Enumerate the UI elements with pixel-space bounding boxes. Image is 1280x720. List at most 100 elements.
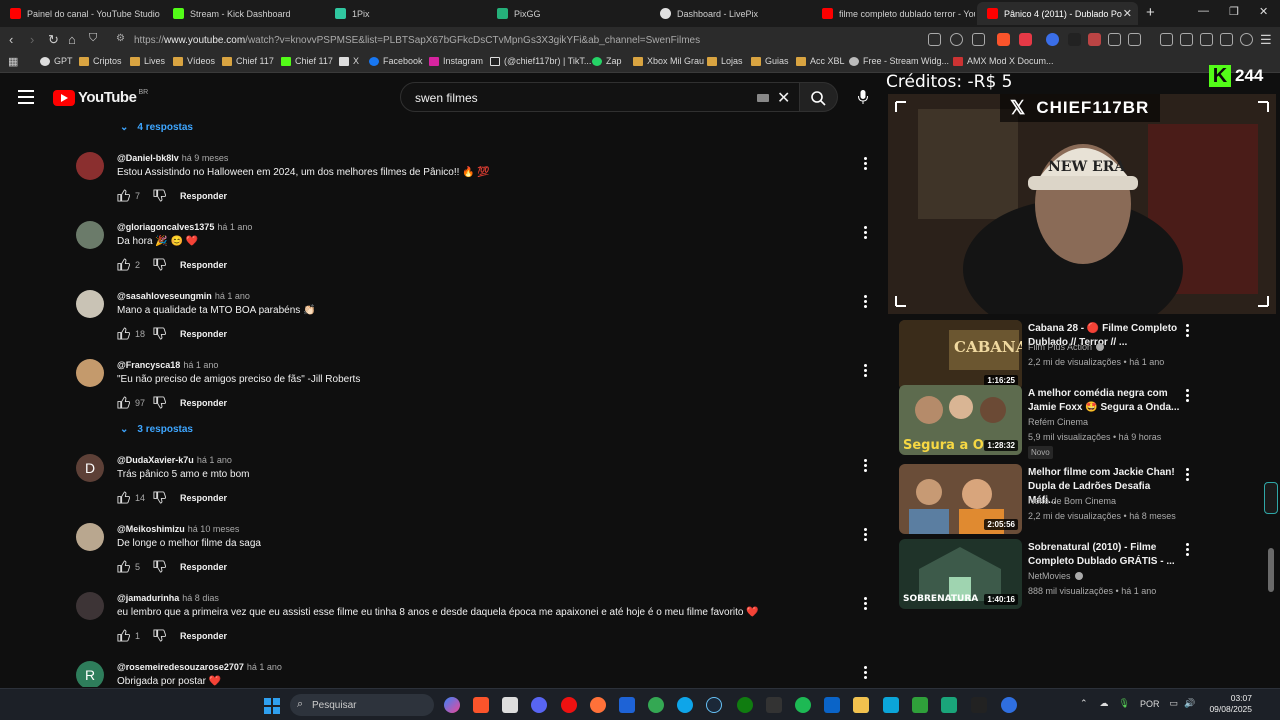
comment-author[interactable]: @Francysca18: [117, 360, 180, 370]
bookmark-icon[interactable]: ⛉: [89, 32, 97, 45]
comment-author[interactable]: @Meikoshimizu: [117, 524, 185, 534]
avatar[interactable]: [76, 290, 104, 318]
app-icon[interactable]: [766, 697, 782, 713]
app-icon[interactable]: [971, 697, 987, 713]
dislike-icon[interactable]: [153, 396, 166, 409]
bookmark-acc-xbl[interactable]: Acc XBL: [796, 56, 845, 66]
back-button[interactable]: ‹: [9, 32, 13, 47]
dislike-icon[interactable]: [153, 560, 166, 573]
minimize-button[interactable]: —: [1198, 5, 1209, 17]
microphone-icon[interactable]: [858, 90, 868, 104]
related-video[interactable]: Segura a O 1:28:32 A melhor comédia negr…: [899, 385, 1199, 459]
dislike-icon[interactable]: [153, 327, 166, 340]
bookmark-chief-117-kick[interactable]: Chief 117: [281, 56, 333, 66]
app-icon[interactable]: [883, 697, 899, 713]
comment-time[interactable]: há 1 ano: [215, 291, 250, 301]
chevron-up-icon[interactable]: ⌃: [1080, 698, 1088, 709]
profile-avatar-icon[interactable]: [1046, 33, 1059, 46]
copilot-icon[interactable]: [444, 697, 460, 713]
comment-author[interactable]: @rosemeiredesouzarose2707: [117, 662, 244, 672]
comment-author[interactable]: @gloriagoncalves1375: [117, 222, 214, 232]
app-icon[interactable]: [941, 697, 957, 713]
video-thumbnail[interactable]: Segura a O 1:28:32: [899, 385, 1022, 455]
bookmark-guias[interactable]: Guias: [751, 56, 789, 66]
search-input[interactable]: swen filmes: [415, 91, 478, 105]
more-options-icon[interactable]: [1186, 324, 1190, 339]
cloud-icon[interactable]: ☁: [1100, 698, 1109, 709]
chrome-icon[interactable]: [648, 697, 664, 713]
firefox-icon[interactable]: [590, 697, 606, 713]
vpn-icon[interactable]: [1240, 33, 1253, 46]
discord-icon[interactable]: [531, 697, 547, 713]
reply-button[interactable]: Responder: [180, 191, 227, 201]
reply-button[interactable]: Responder: [180, 631, 227, 641]
more-options-icon[interactable]: [864, 528, 868, 543]
bookmark-xbox-mil-grau[interactable]: Xbox Mil Grau: [633, 56, 704, 66]
tab-youtube-studio[interactable]: Painel do canal - YouTube Studio: [0, 2, 163, 25]
comment-author[interactable]: @sasahloveseungmin: [117, 291, 212, 301]
volume-icon[interactable]: 🔊: [1184, 698, 1195, 709]
search-box[interactable]: swen filmes ✕: [400, 82, 800, 112]
comment-time[interactable]: há 9 meses: [182, 153, 229, 163]
like-icon[interactable]: [117, 396, 130, 409]
tab-livepix[interactable]: Dashboard - LivePix: [650, 2, 812, 25]
bookmark-stream-widgets[interactable]: Free - Stream Widg...: [849, 56, 949, 66]
cast-icon[interactable]: [928, 33, 941, 46]
bookmark-lives[interactable]: Lives: [130, 56, 165, 66]
restore-button[interactable]: ❐: [1229, 5, 1239, 18]
more-options-icon[interactable]: [864, 459, 868, 474]
url-field[interactable]: ⚙ https://www.youtube.com/watch?v=knovvP…: [110, 30, 890, 50]
tab-pixgg[interactable]: PixGG: [487, 2, 649, 25]
brave-icon[interactable]: [473, 697, 489, 713]
bookmark-tiktok[interactable]: (@chief117br) | TikT...: [490, 56, 591, 66]
more-options-icon[interactable]: [864, 295, 868, 310]
leo-ai-icon[interactable]: [1220, 33, 1233, 46]
more-options-icon[interactable]: [1186, 543, 1190, 558]
related-video[interactable]: CABANA 28 1:16:25 Cabana 28 - 🔴 Filme Co…: [899, 320, 1199, 390]
avatar[interactable]: R: [76, 661, 104, 687]
extension-icon[interactable]: [1068, 33, 1081, 46]
comment-author[interactable]: @Daniel-bk8lv: [117, 153, 179, 163]
zoom-icon[interactable]: [950, 33, 963, 46]
video-thumbnail[interactable]: 2:05:56: [899, 464, 1022, 534]
scrollbar-thumb[interactable]: [1268, 548, 1274, 592]
video-title[interactable]: Sobrenatural (2010) - Filme Completo Dub…: [1028, 541, 1180, 569]
tab-kick-dashboard[interactable]: Stream - Kick Dashboard: [163, 2, 325, 25]
channel-name[interactable]: Noite de Bom Cinema: [1028, 496, 1116, 506]
search-button[interactable]: [800, 82, 838, 112]
comment-time[interactable]: há 10 meses: [188, 524, 240, 534]
app-icon[interactable]: [912, 697, 928, 713]
windows-start-icon[interactable]: [264, 698, 280, 714]
reply-button[interactable]: Responder: [180, 329, 227, 339]
app-icon[interactable]: [1001, 697, 1017, 713]
dislike-icon[interactable]: [153, 189, 166, 202]
taskbar-search[interactable]: ⌕ Pesquisar: [290, 694, 434, 716]
channel-name[interactable]: NetMovies: [1028, 571, 1071, 581]
reply-button[interactable]: Responder: [180, 562, 227, 572]
more-options-icon[interactable]: [1186, 389, 1190, 404]
more-options-icon[interactable]: [864, 597, 868, 612]
spotify-icon[interactable]: [795, 697, 811, 713]
home-icon[interactable]: ⌂: [68, 32, 76, 47]
avatar[interactable]: [76, 523, 104, 551]
bookmark-lojas[interactable]: Lojas: [707, 56, 743, 66]
avatar[interactable]: [76, 592, 104, 620]
outlook-icon[interactable]: [824, 697, 840, 713]
app-icon[interactable]: [619, 697, 635, 713]
keyboard-icon[interactable]: [757, 94, 769, 102]
brave-rewards-icon[interactable]: [1019, 33, 1032, 46]
forward-button[interactable]: ›: [30, 32, 34, 47]
hamburger-menu-icon[interactable]: [18, 90, 34, 108]
system-clock[interactable]: 03:07 09/08/2025: [1204, 693, 1252, 715]
more-options-icon[interactable]: [864, 666, 868, 681]
xbox-icon[interactable]: [737, 697, 753, 713]
bookmark-instagram[interactable]: Instagram: [429, 56, 483, 66]
comment-time[interactable]: há 1 ano: [183, 360, 218, 370]
video-title[interactable]: A melhor comédia negra com Jamie Foxx 🤩 …: [1028, 387, 1180, 415]
brave-shield-icon[interactable]: [997, 33, 1010, 46]
share-icon[interactable]: [972, 33, 985, 46]
view-replies-button[interactable]: ⌄ 3 respostas: [120, 424, 193, 435]
edge-icon[interactable]: [677, 697, 693, 713]
avatar[interactable]: [76, 152, 104, 180]
bookmark-facebook[interactable]: Facebook: [369, 56, 423, 66]
